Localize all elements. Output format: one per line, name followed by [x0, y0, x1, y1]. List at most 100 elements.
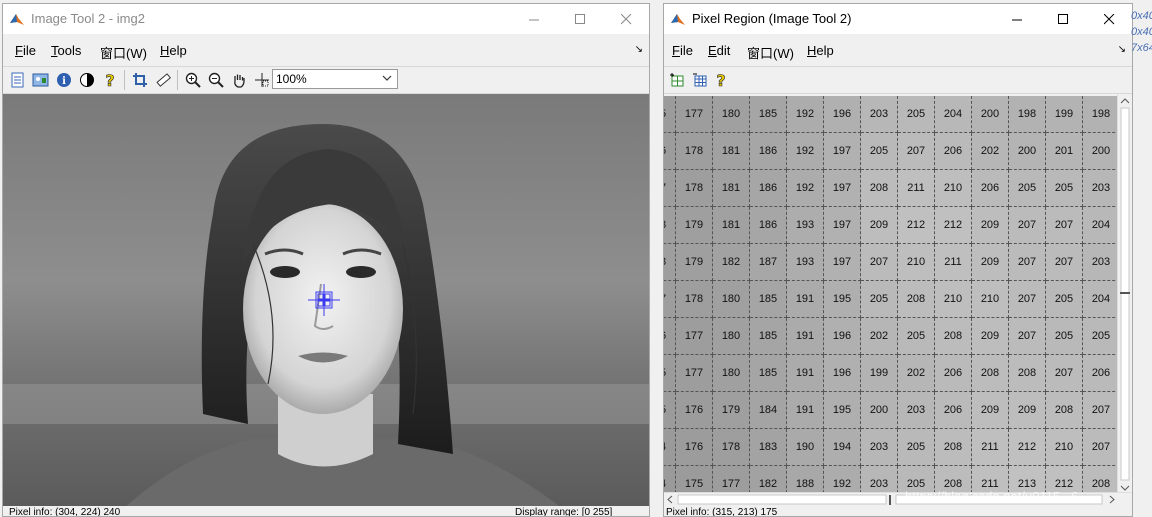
pixel-cell: 190: [787, 429, 824, 466]
pixel-cell: 198: [1083, 96, 1120, 133]
info-icon[interactable]: i: [55, 71, 73, 89]
pixel-cell: 207: [1046, 207, 1083, 244]
dock-arrow-icon[interactable]: ↘: [635, 44, 643, 55]
menu-help[interactable]: Help: [807, 43, 834, 58]
pixel-cell: 208: [1083, 466, 1120, 494]
image-display[interactable]: [3, 94, 649, 509]
chevron-down-icon: [382, 75, 392, 81]
help-question-icon[interactable]: ?: [712, 71, 730, 89]
table-icon[interactable]: [691, 71, 709, 89]
pixel-cell: 180: [713, 281, 750, 318]
pixel-cell: 207: [861, 244, 898, 281]
pixel-cell: 175: [676, 466, 713, 494]
pixel-cell: 177: [664, 281, 676, 318]
zoom-in-icon[interactable]: [184, 71, 202, 89]
help-question-icon[interactable]: ?: [101, 71, 119, 89]
pixel-info-text: Pixel info: (315, 213) 175: [666, 507, 778, 517]
pixel-cell: 207: [1009, 281, 1046, 318]
pixel-value-grid[interactable]: 1751771801851921962032052042001981991981…: [664, 96, 1132, 494]
pixel-cell: 177: [676, 318, 713, 355]
image-tool-window: Image Tool 2 - img2 File Tools 窗口(W) Hel…: [2, 3, 650, 517]
pixel-cell: 209: [972, 318, 1009, 355]
pixel-cell: 177: [676, 96, 713, 133]
pixel-cell: 182: [750, 466, 787, 494]
pixel-cell: 197: [824, 133, 861, 170]
pixel-region-window: Pixel Region (Image Tool 2) File Edit 窗口…: [663, 3, 1133, 517]
minimize-button[interactable]: [994, 4, 1040, 34]
pixel-cell: 186: [750, 207, 787, 244]
measure-distance-icon[interactable]: [154, 71, 172, 89]
image-info-icon[interactable]: [32, 71, 50, 89]
pixel-cell: 196: [824, 355, 861, 392]
title-bar[interactable]: Pixel Region (Image Tool 2): [664, 4, 1132, 34]
display-range-text: Display range: [0 255]: [515, 507, 613, 517]
pan-hand-icon[interactable]: [230, 71, 248, 89]
close-button[interactable]: [603, 4, 649, 34]
pixel-cell: 206: [935, 133, 972, 170]
vertical-scrollbar[interactable]: [1117, 94, 1132, 496]
pixel-cell: 203: [861, 96, 898, 133]
close-button[interactable]: [1086, 4, 1132, 34]
pixel-cell: 178: [713, 429, 750, 466]
pixel-cell: 205: [861, 281, 898, 318]
pixel-cell: 179: [676, 244, 713, 281]
pixel-cell: 185: [750, 281, 787, 318]
pixel-cell: 183: [750, 429, 787, 466]
pixel-cell: 207: [898, 133, 935, 170]
pixel-cell: 207: [1009, 244, 1046, 281]
pixel-cell: 198: [1009, 96, 1046, 133]
dock-arrow-icon[interactable]: ↘: [1118, 44, 1126, 55]
menu-window[interactable]: 窗口(W): [747, 43, 794, 62]
new-document-icon[interactable]: [9, 71, 27, 89]
menu-file[interactable]: File: [672, 43, 693, 58]
window-title: Pixel Region (Image Tool 2): [692, 11, 852, 26]
pixel-cell: 192: [787, 133, 824, 170]
pixel-cell: 210: [972, 281, 1009, 318]
pixel-cell: 174: [664, 466, 676, 494]
crop-icon[interactable]: [131, 71, 149, 89]
pixel-cell: 180: [713, 355, 750, 392]
minimize-button[interactable]: [511, 4, 557, 34]
watermark: https://blog.csdn.net/u0115...6: [905, 489, 1079, 504]
contrast-icon[interactable]: [78, 71, 96, 89]
pixel-cell: 210: [935, 281, 972, 318]
new-region-icon[interactable]: [668, 71, 686, 89]
pixel-region-icon[interactable]: [253, 71, 271, 89]
pixel-cell: 203: [898, 392, 935, 429]
menu-help[interactable]: Help: [160, 43, 187, 58]
pixel-cell: 191: [787, 318, 824, 355]
pixel-cell: 181: [713, 133, 750, 170]
menu-edit[interactable]: Edit: [708, 43, 730, 58]
background-text-3: 7x64: [1131, 42, 1152, 54]
pixel-cell: 186: [750, 133, 787, 170]
pixel-cell: 202: [972, 133, 1009, 170]
pixel-cell: 208: [935, 318, 972, 355]
menu-file[interactable]: File: [15, 43, 36, 58]
menu-window[interactable]: 窗口(W): [100, 43, 147, 62]
pixel-cell: 176: [676, 429, 713, 466]
pixel-cell: 185: [750, 318, 787, 355]
status-bar: Pixel info: (315, 213) 175: [664, 506, 1132, 516]
pixel-cell: 212: [935, 207, 972, 244]
title-bar[interactable]: Image Tool 2 - img2: [3, 4, 649, 34]
maximize-button[interactable]: [1040, 4, 1086, 34]
pixel-cell: 201: [1046, 133, 1083, 170]
pixel-cell: 205: [1046, 281, 1083, 318]
pixel-cell: 208: [935, 429, 972, 466]
matlab-logo-icon: [10, 14, 24, 25]
pixel-cell: 185: [750, 96, 787, 133]
pixel-cell: 205: [1046, 170, 1083, 207]
svg-text:?: ?: [105, 72, 114, 88]
pixel-cell: 207: [1083, 429, 1120, 466]
pixel-cell: 212: [1009, 429, 1046, 466]
pixel-cell: 205: [861, 133, 898, 170]
zoom-level-select[interactable]: 100%: [272, 69, 398, 89]
menu-tools[interactable]: Tools: [51, 43, 81, 58]
zoom-out-icon[interactable]: [207, 71, 225, 89]
maximize-button[interactable]: [557, 4, 603, 34]
pixel-cell: 203: [1083, 170, 1120, 207]
pixel-cell: 182: [713, 244, 750, 281]
pixel-cell: 175: [664, 392, 676, 429]
window-title: Image Tool 2 - img2: [31, 11, 145, 26]
pixel-cell: 208: [1046, 392, 1083, 429]
